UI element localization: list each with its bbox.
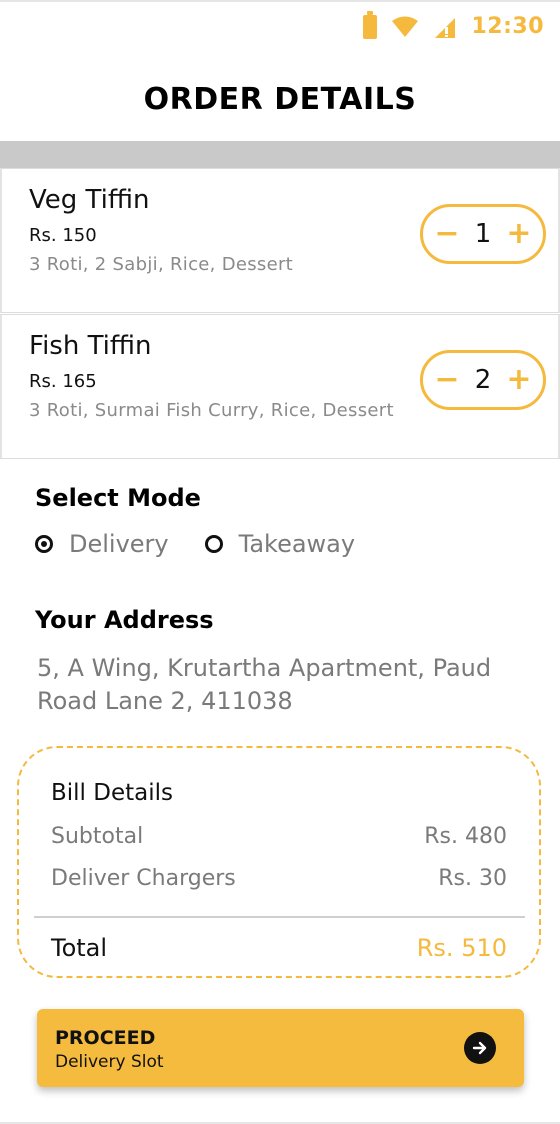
- item-name: Veg Tiffin: [29, 185, 150, 215]
- item-description: 3 Roti, Surmai Fish Curry, Rice, Dessert: [29, 400, 394, 421]
- total-value: Rs. 510: [416, 934, 507, 962]
- bill-divider: [34, 916, 525, 918]
- delivery-charges-value: Rs. 30: [438, 866, 507, 891]
- radio-label-delivery: Delivery: [69, 530, 169, 558]
- quantity-value: 2: [474, 365, 492, 395]
- address-text: 5, A Wing, Krutartha Apartment, Paud Roa…: [37, 654, 492, 715]
- address-title: Your Address: [35, 606, 214, 634]
- radio-unchecked-icon: [204, 535, 223, 553]
- quantity-stepper: − 1 +: [420, 204, 546, 264]
- item-price: Rs. 150: [29, 225, 97, 246]
- radio-checked-icon: [35, 535, 53, 553]
- increment-button[interactable]: +: [505, 219, 533, 249]
- proceed-button[interactable]: PROCEED Delivery Slot: [37, 1009, 524, 1087]
- delivery-radio[interactable]: Delivery: [35, 530, 169, 558]
- proceed-sub-label: Delivery Slot: [55, 1052, 164, 1072]
- select-mode-title: Select Mode: [35, 484, 201, 512]
- proceed-label: PROCEED: [55, 1027, 156, 1049]
- subtotal-label: Subtotal: [51, 824, 144, 849]
- quantity-stepper: − 2 +: [420, 350, 546, 410]
- quantity-value: 1: [474, 219, 492, 249]
- page-title: ORDER DETAILS: [143, 82, 417, 117]
- item-name: Fish Tiffin: [29, 331, 152, 361]
- status-time: 12:30: [471, 14, 544, 39]
- status-bar: 12:30: [0, 0, 560, 56]
- total-label: Total: [51, 934, 108, 962]
- delivery-charges-label: Deliver Chargers: [51, 866, 236, 891]
- item-price: Rs. 165: [29, 371, 97, 392]
- arrow-right-circle-icon: [464, 1032, 496, 1064]
- wifi-icon: [392, 16, 419, 37]
- status-icons: 12:30: [363, 10, 544, 39]
- bill-title: Bill Details: [51, 780, 173, 806]
- mode-radio-group: Delivery Takeaway: [35, 530, 391, 558]
- radio-label-takeaway: Takeaway: [238, 530, 356, 558]
- cellular-signal-icon: [435, 17, 456, 38]
- battery-icon: [363, 10, 378, 39]
- takeaway-radio[interactable]: Takeaway: [204, 530, 356, 558]
- bill-details-box: Bill Details Subtotal Rs. 480 Deliver Ch…: [17, 746, 541, 978]
- section-divider-band: [0, 141, 560, 169]
- increment-button[interactable]: +: [505, 365, 533, 395]
- decrement-button[interactable]: −: [433, 365, 461, 395]
- decrement-button[interactable]: −: [433, 219, 461, 249]
- order-item-card: Veg Tiffin Rs. 150 3 Roti, 2 Sabji, Rice…: [0, 168, 560, 313]
- item-description: 3 Roti, 2 Sabji, Rice, Dessert: [29, 254, 294, 275]
- order-item-card: Fish Tiffin Rs. 165 3 Roti, Surmai Fish …: [0, 314, 560, 459]
- subtotal-value: Rs. 480: [424, 824, 507, 849]
